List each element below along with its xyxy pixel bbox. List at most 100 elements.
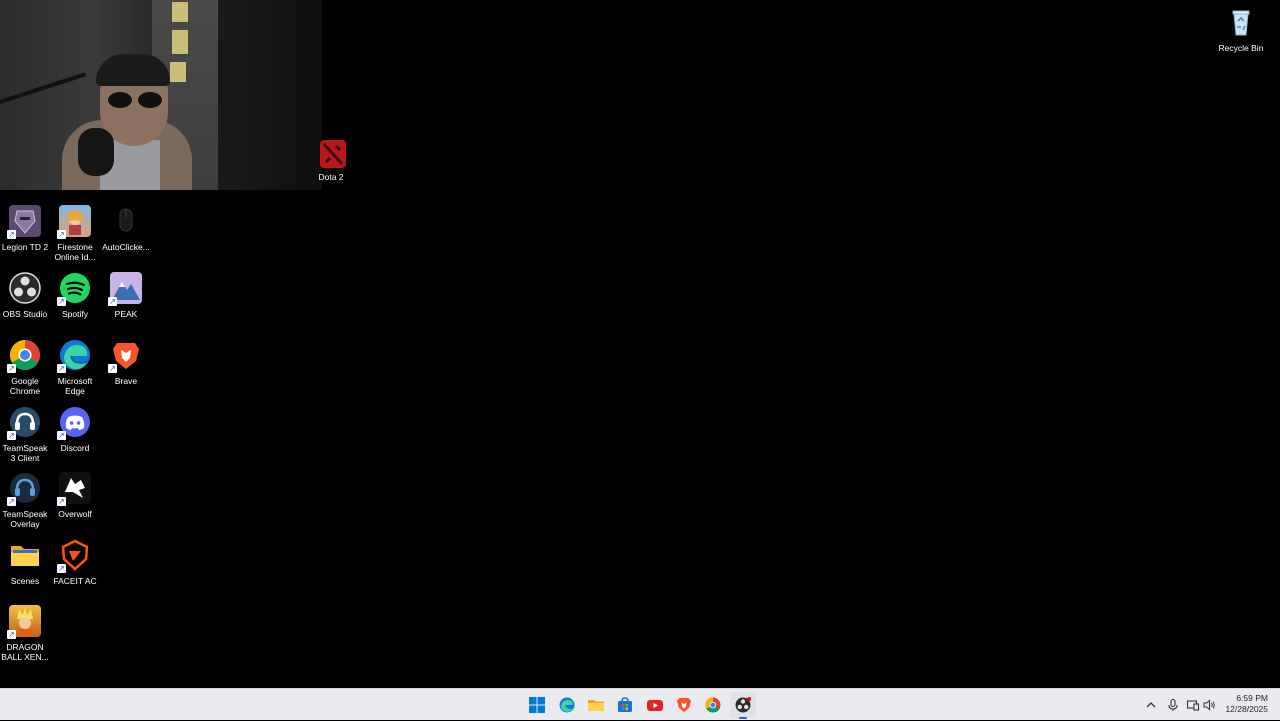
desktop-icon-overwolf[interactable]: ↗ Overwolf [50,472,100,519]
desktop-icon-label: Legion TD 2 [1,242,49,252]
desktop-icon-label: DRAGON BALL XEN... [1,642,49,662]
desktop-icon-discord[interactable]: ↗ Discord [50,406,100,453]
clock-date: 12/28/2025 [1225,704,1268,714]
spotify-icon: ↗ [57,272,91,306]
shortcut-arrow-icon: ↗ [57,497,66,506]
taskbar-chrome-button[interactable] [700,692,726,718]
desktop-icon-label: Discord [60,443,90,453]
brave-icon: ↗ [108,339,142,373]
desktop-icon-label: Scenes [10,576,40,586]
shortcut-arrow-icon: ↗ [108,297,117,306]
desktop-icon-label: Spotify [62,309,88,319]
recycle-bin-icon [1225,6,1257,38]
obs-studio-icon [9,272,41,304]
taskbar-edge-button[interactable] [554,692,580,718]
shortcut-arrow-icon: ↗ [57,431,66,440]
desktop-icon-peak[interactable]: ↗ PEAK [101,272,151,319]
mic-boom-arm [0,72,87,104]
sunglasses [108,92,162,108]
shortcut-arrow-icon: ↗ [57,564,66,573]
chevron-up-icon[interactable] [1144,698,1158,712]
system-tray: 6:59 PM 12/28/2025 [1140,689,1280,721]
desktop-icon-autoclicker[interactable]: AutoClicke... [101,205,151,252]
desktop-icon-google-chrome[interactable]: ↗ Google Chrome [0,339,50,396]
sticky-note [172,30,188,54]
taskbar-clock[interactable]: 6:59 PM 12/28/2025 [1225,693,1268,715]
faceit-ac-icon: ↗ [57,539,91,573]
clock-time: 6:59 PM [1236,693,1268,703]
desktop-icon-label: FACEIT AC [53,576,97,586]
desktop-icon-firestone[interactable]: ↗ Firestone Online Id... [50,205,100,262]
person-cap [96,54,170,86]
desktop-icon-microsoft-edge[interactable]: ↗ Microsoft Edge [50,339,100,396]
volume-icon[interactable] [1202,698,1216,712]
peak-icon: ↗ [108,272,142,306]
shortcut-arrow-icon: ↗ [108,364,117,373]
brave-icon [677,698,691,712]
taskbar-youtube-button[interactable] [642,692,668,718]
dota-2-icon [320,140,346,168]
shortcut-arrow-icon: ↗ [57,230,66,239]
desktop-icon-scenes[interactable]: Scenes [0,539,50,586]
desktop-icon-dragon-ball-xenoverse[interactable]: ↗ DRAGON BALL XEN... [0,605,50,662]
teamspeak-3-icon: ↗ [7,406,41,440]
desktop[interactable]: Recycle Bin Dota 2 ↗ Legion TD 2 ↗ Fires… [0,0,1280,688]
obs-icon [735,697,751,713]
microphone [78,128,114,176]
taskbar-obs-button[interactable] [730,692,756,719]
desktop-icon-label: Recycle Bin [1218,43,1264,53]
shortcut-arrow-icon: ↗ [7,630,16,639]
desktop-icon-teamspeak-3[interactable]: ↗ TeamSpeak 3 Client [0,406,50,463]
discord-icon: ↗ [57,406,91,440]
shortcut-arrow-icon: ↗ [7,230,16,239]
desktop-icon-label: AutoClicke... [102,242,150,252]
shortcut-arrow-icon: ↗ [7,497,16,506]
taskbar-brave-button[interactable] [671,692,697,718]
desktop-icon-obs-studio[interactable]: OBS Studio [0,272,50,319]
desktop-icon-legion-td-2[interactable]: ↗ Legion TD 2 [0,205,50,252]
overwolf-icon: ↗ [57,472,91,506]
desktop-icon-recycle-bin[interactable]: Recycle Bin [1216,6,1266,53]
desktop-icon-label: Brave [114,376,138,386]
shortcut-arrow-icon: ↗ [57,364,66,373]
youtube-icon [647,700,663,711]
desktop-icon-dota-2[interactable]: Dota 2 [306,140,356,182]
shortcut-arrow-icon: ↗ [7,431,16,440]
microphone-icon[interactable] [1166,698,1180,712]
edge-icon [559,697,575,713]
chrome-icon [705,697,721,713]
taskbar-store-button[interactable] [612,692,638,718]
dragon-ball-xenoverse-icon: ↗ [7,605,41,639]
folder-icon [9,539,41,571]
desktop-icon-label: OBS Studio [2,309,48,319]
start-icon [529,697,545,713]
desktop-icon-label: Google Chrome [9,376,41,396]
network-icon[interactable] [1186,698,1200,712]
desktop-icon-label: Overwolf [58,509,92,519]
desktop-icon-label: TeamSpeak 3 Client [2,443,48,463]
firestone-icon: ↗ [57,205,91,239]
taskbar-file-explorer-button[interactable] [583,692,609,718]
legion-td-2-icon: ↗ [7,205,41,239]
autoclicker-icon [110,205,142,237]
desktop-icon-label: PEAK [114,309,138,319]
file-explorer-icon [588,700,604,711]
sticky-note [172,2,188,22]
microsoft-edge-icon: ↗ [57,339,91,373]
desktop-icon-spotify[interactable]: ↗ Spotify [50,272,100,319]
google-chrome-icon: ↗ [7,339,41,373]
desktop-icon-label: Firestone Online Id... [54,242,96,262]
taskbar: 6:59 PM 12/28/2025 [0,688,1280,720]
start-button[interactable] [524,692,550,718]
shortcut-arrow-icon: ↗ [7,364,16,373]
teamspeak-overlay-icon: ↗ [7,472,41,506]
desktop-icon-teamspeak-overlay[interactable]: ↗ TeamSpeak Overlay [0,472,50,529]
store-icon [618,697,632,712]
desktop-icon-faceit-ac[interactable]: ↗ FACEIT AC [50,539,100,586]
shortcut-arrow-icon: ↗ [57,297,66,306]
desktop-icon-label: TeamSpeak Overlay [2,509,48,529]
desktop-icon-brave[interactable]: ↗ Brave [101,339,151,386]
sticky-note [170,62,186,82]
desktop-icon-label: Dota 2 [318,172,344,182]
desktop-icon-label: Microsoft Edge [57,376,93,396]
